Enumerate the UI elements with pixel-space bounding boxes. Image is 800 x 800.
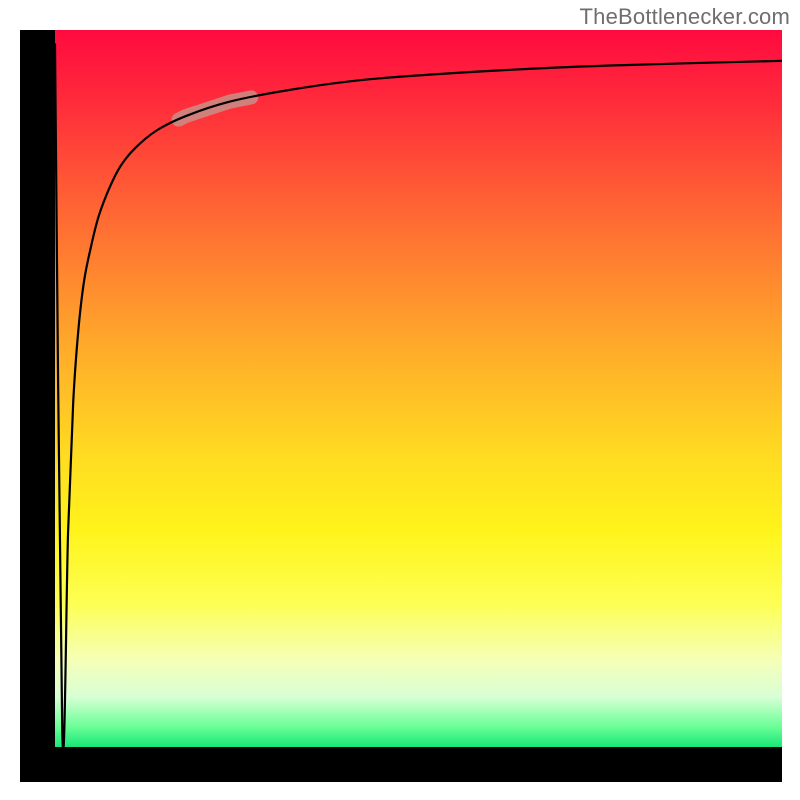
chart-frame: TheBottlenecker.com <box>0 0 800 800</box>
highlight-segment <box>179 97 252 119</box>
plot-border <box>20 30 782 782</box>
plot-area <box>55 30 782 747</box>
bottleneck-curve <box>55 44 782 747</box>
watermark-text: TheBottlenecker.com <box>580 4 790 30</box>
chart-svg <box>55 30 782 747</box>
